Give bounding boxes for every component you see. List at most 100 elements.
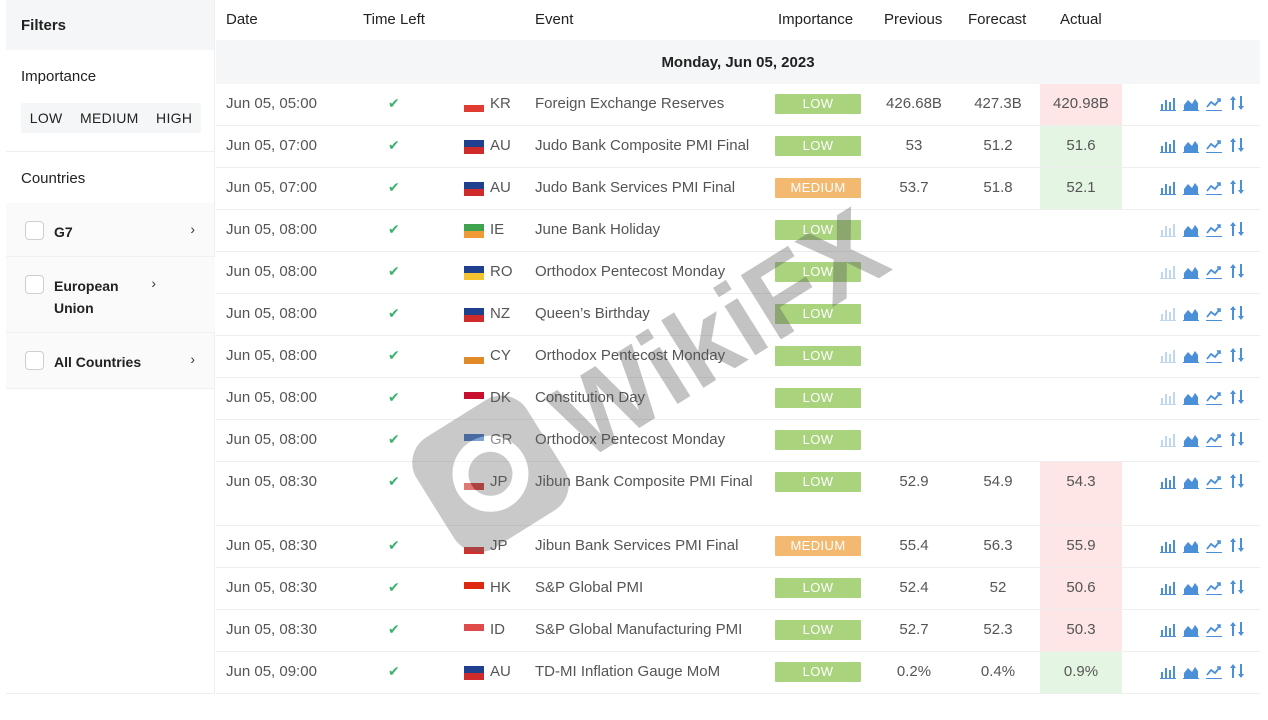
chevron-right-icon[interactable]: ›: [144, 275, 156, 291]
bar-chart-icon[interactable]: [1160, 305, 1176, 321]
area-chart-icon[interactable]: [1183, 579, 1199, 595]
all-countries-checkbox[interactable]: [25, 351, 44, 370]
header-forecast[interactable]: Forecast: [968, 11, 1026, 28]
table-row[interactable]: Jun 05, 08:00 ✔ RO Orthodox Pentecost Monda…: [216, 252, 1260, 294]
bar-chart-icon[interactable]: [1160, 663, 1176, 679]
importance-medium-tab[interactable]: MEDIUM: [80, 110, 139, 126]
line-chart-icon[interactable]: [1206, 579, 1222, 595]
line-chart-icon[interactable]: [1206, 621, 1222, 637]
table-row[interactable]: Jun 05, 08:30 ✔ HK S&P Global PMI LOW 52.4 52 5…: [216, 568, 1260, 610]
area-chart-icon[interactable]: [1183, 621, 1199, 637]
line-chart-icon[interactable]: [1206, 431, 1222, 447]
line-chart-icon[interactable]: [1206, 389, 1222, 405]
event-name[interactable]: Orthodox Pentecost Monday: [535, 345, 765, 367]
chevron-right-icon[interactable]: ›: [183, 351, 195, 367]
event-name[interactable]: Jibun Bank Services PMI Final: [535, 535, 765, 557]
event-name[interactable]: Queen’s Birthday: [535, 303, 765, 325]
line-chart-icon[interactable]: [1206, 305, 1222, 321]
bar-chart-icon[interactable]: [1160, 579, 1176, 595]
importance-low-tab[interactable]: LOW: [30, 110, 63, 126]
line-chart-icon[interactable]: [1206, 95, 1222, 111]
line-chart-icon[interactable]: [1206, 347, 1222, 363]
event-name[interactable]: Jibun Bank Composite PMI Final: [535, 471, 765, 493]
header-event[interactable]: Event: [535, 11, 573, 28]
area-chart-icon[interactable]: [1183, 473, 1199, 489]
bar-chart-icon[interactable]: [1160, 473, 1176, 489]
header-previous[interactable]: Previous: [884, 11, 942, 28]
bar-chart-icon[interactable]: [1160, 347, 1176, 363]
sort-icon[interactable]: [1229, 221, 1245, 237]
event-name[interactable]: S&P Global PMI: [535, 577, 765, 599]
bar-chart-icon[interactable]: [1160, 179, 1176, 195]
sort-icon[interactable]: [1229, 137, 1245, 153]
table-row[interactable]: Jun 05, 08:00 ✔ IE June Bank Holiday LOW: [216, 210, 1260, 252]
area-chart-icon[interactable]: [1183, 137, 1199, 153]
european-union-checkbox[interactable]: [25, 275, 44, 294]
area-chart-icon[interactable]: [1183, 305, 1199, 321]
table-row[interactable]: Jun 05, 08:30 ✔ JP Jibun Bank Services PMI …: [216, 526, 1260, 568]
area-chart-icon[interactable]: [1183, 179, 1199, 195]
sort-icon[interactable]: [1229, 579, 1245, 595]
table-row[interactable]: Jun 05, 09:00 ✔ AU TD-MI Inflation Gauge Mo…: [216, 652, 1260, 694]
header-date[interactable]: Date: [226, 11, 258, 28]
table-row[interactable]: Jun 05, 08:00 ✔ GR Orthodox Pentecost Monda…: [216, 420, 1260, 462]
bar-chart-icon[interactable]: [1160, 389, 1176, 405]
area-chart-icon[interactable]: [1183, 663, 1199, 679]
sort-icon[interactable]: [1229, 347, 1245, 363]
line-chart-icon[interactable]: [1206, 263, 1222, 279]
area-chart-icon[interactable]: [1183, 95, 1199, 111]
event-name[interactable]: Judo Bank Services PMI Final: [535, 177, 765, 199]
table-row[interactable]: Jun 05, 05:00 ✔ KR Foreign Exchange Reserve…: [216, 84, 1260, 126]
table-row[interactable]: Jun 05, 07:00 ✔ AU Judo Bank Services PMI F…: [216, 168, 1260, 210]
sort-icon[interactable]: [1229, 663, 1245, 679]
sort-icon[interactable]: [1229, 473, 1245, 489]
bar-chart-icon[interactable]: [1160, 621, 1176, 637]
country-group-g7[interactable]: G7 ›: [6, 203, 214, 257]
sort-icon[interactable]: [1229, 537, 1245, 553]
importance-high-tab[interactable]: HIGH: [156, 110, 192, 126]
header-importance[interactable]: Importance: [778, 11, 853, 28]
line-chart-icon[interactable]: [1206, 179, 1222, 195]
sort-icon[interactable]: [1229, 179, 1245, 195]
chevron-right-icon[interactable]: ›: [183, 221, 195, 237]
area-chart-icon[interactable]: [1183, 221, 1199, 237]
bar-chart-icon[interactable]: [1160, 431, 1176, 447]
header-time-left[interactable]: Time Left: [363, 11, 425, 28]
sort-icon[interactable]: [1229, 431, 1245, 447]
bar-chart-icon[interactable]: [1160, 95, 1176, 111]
bar-chart-icon[interactable]: [1160, 537, 1176, 553]
sort-icon[interactable]: [1229, 389, 1245, 405]
line-chart-icon[interactable]: [1206, 473, 1222, 489]
table-row[interactable]: Jun 05, 08:30 ✔ ID S&P Global Manufacturing…: [216, 610, 1260, 652]
table-row[interactable]: Jun 05, 08:00 ✔ CY Orthodox Pentecost Monda…: [216, 336, 1260, 378]
line-chart-icon[interactable]: [1206, 537, 1222, 553]
line-chart-icon[interactable]: [1206, 137, 1222, 153]
table-row[interactable]: Jun 05, 08:30 ✔ JP Jibun Bank Composite PMI…: [216, 462, 1260, 526]
area-chart-icon[interactable]: [1183, 347, 1199, 363]
line-chart-icon[interactable]: [1206, 663, 1222, 679]
sort-icon[interactable]: [1229, 263, 1245, 279]
bar-chart-icon[interactable]: [1160, 137, 1176, 153]
bar-chart-icon[interactable]: [1160, 263, 1176, 279]
bar-chart-icon[interactable]: [1160, 221, 1176, 237]
area-chart-icon[interactable]: [1183, 537, 1199, 553]
event-name[interactable]: Judo Bank Composite PMI Final: [535, 135, 765, 157]
line-chart-icon[interactable]: [1206, 221, 1222, 237]
header-actual[interactable]: Actual: [1060, 11, 1102, 28]
event-name[interactable]: Foreign Exchange Reserves: [535, 93, 765, 115]
country-group-european-union[interactable]: European Union ›: [6, 257, 215, 333]
event-name[interactable]: Orthodox Pentecost Monday: [535, 429, 765, 451]
event-name[interactable]: Orthodox Pentecost Monday: [535, 261, 765, 283]
event-name[interactable]: June Bank Holiday: [535, 219, 765, 241]
sort-icon[interactable]: [1229, 305, 1245, 321]
sort-icon[interactable]: [1229, 621, 1245, 637]
sort-icon[interactable]: [1229, 95, 1245, 111]
event-name[interactable]: S&P Global Manufacturing PMI: [535, 619, 765, 641]
table-row[interactable]: Jun 05, 08:00 ✔ NZ Queen’s Birthday LOW: [216, 294, 1260, 336]
area-chart-icon[interactable]: [1183, 431, 1199, 447]
country-group-all-countries[interactable]: All Countries ›: [6, 333, 214, 389]
area-chart-icon[interactable]: [1183, 263, 1199, 279]
event-name[interactable]: Constitution Day: [535, 387, 765, 409]
event-name[interactable]: TD-MI Inflation Gauge MoM: [535, 661, 765, 683]
table-row[interactable]: Jun 05, 07:00 ✔ AU Judo Bank Composite PMI …: [216, 126, 1260, 168]
